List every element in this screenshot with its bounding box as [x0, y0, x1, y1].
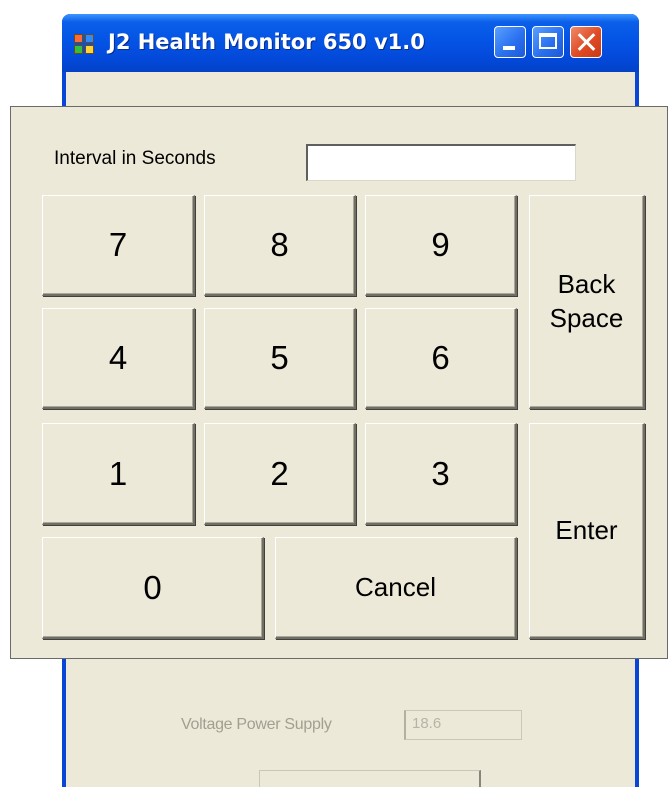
- backspace-label: Back Space: [550, 268, 624, 336]
- backspace-button[interactable]: Back Space: [529, 195, 645, 409]
- key-5-button[interactable]: 5: [204, 308, 356, 409]
- voltage-power-supply-label: Voltage Power Supply: [181, 716, 332, 733]
- backspace-label-line1: Back: [557, 268, 616, 299]
- app-icon: [74, 34, 94, 54]
- cancel-button[interactable]: Cancel: [275, 537, 517, 639]
- keypad-dialog: Interval in Seconds 7 8 9 4 5 6 1 2 3 0 …: [10, 106, 668, 659]
- key-7-button[interactable]: 7: [42, 195, 195, 296]
- key-3-button[interactable]: 3: [365, 423, 517, 525]
- key-0-button[interactable]: 0: [42, 537, 264, 639]
- minimize-icon[interactable]: [494, 26, 526, 58]
- key-8-button[interactable]: 8: [204, 195, 356, 296]
- voltage-power-supply-field: 18.6: [404, 710, 522, 740]
- maximize-icon[interactable]: [532, 26, 564, 58]
- interval-input[interactable]: [306, 144, 576, 181]
- enter-button[interactable]: Enter: [529, 423, 645, 639]
- key-2-button[interactable]: 2: [204, 423, 356, 525]
- key-1-button[interactable]: 1: [42, 423, 195, 525]
- window-title: J2 Health Monitor 650 v1.0: [108, 30, 425, 54]
- key-9-button[interactable]: 9: [365, 195, 517, 296]
- close-icon[interactable]: [570, 26, 602, 58]
- title-bar[interactable]: J2 Health Monitor 650 v1.0: [62, 14, 639, 72]
- backspace-label-line2: Space: [549, 302, 624, 333]
- screen: J2 Health Monitor 650 v1.0 Voltage Power…: [0, 0, 668, 787]
- key-6-button[interactable]: 6: [365, 308, 517, 409]
- stop-button: Stop: [259, 770, 481, 787]
- interval-label: Interval in Seconds: [54, 148, 216, 169]
- key-4-button[interactable]: 4: [42, 308, 195, 409]
